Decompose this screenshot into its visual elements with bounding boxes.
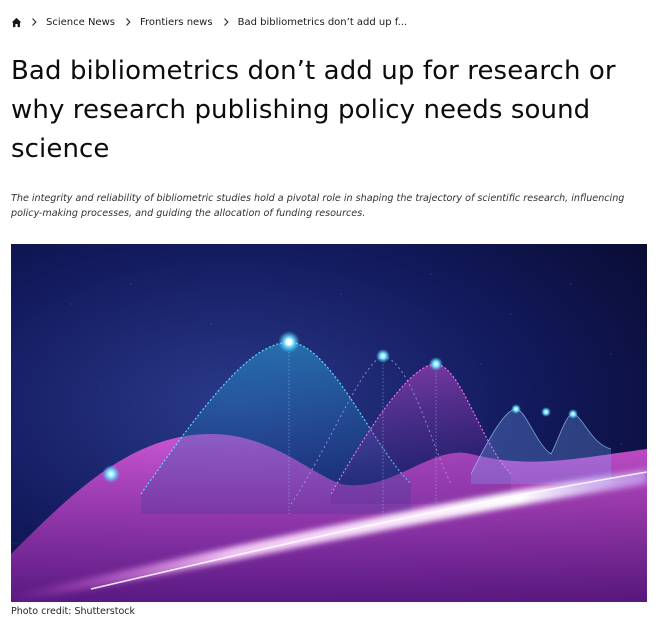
chevron-right-icon [30, 17, 38, 27]
article-lead: The integrity and reliability of bibliom… [11, 193, 625, 219]
breadcrumb-item-science-news[interactable]: Science News [46, 17, 115, 28]
hero-image [11, 244, 647, 602]
chevron-right-icon [222, 17, 230, 27]
breadcrumb-item-current: Bad bibliometrics don’t add up f... [237, 16, 408, 28]
home-icon[interactable] [11, 17, 22, 28]
breadcrumb: Science News Frontiers news Bad bibliome… [11, 14, 407, 30]
chevron-right-icon [124, 17, 132, 27]
page-title: Bad bibliometrics don’t add up for resea… [11, 56, 616, 164]
breadcrumb-item-frontiers-news[interactable]: Frontiers news [140, 17, 213, 28]
image-caption: Photo credit: Shutterstock [11, 606, 135, 617]
